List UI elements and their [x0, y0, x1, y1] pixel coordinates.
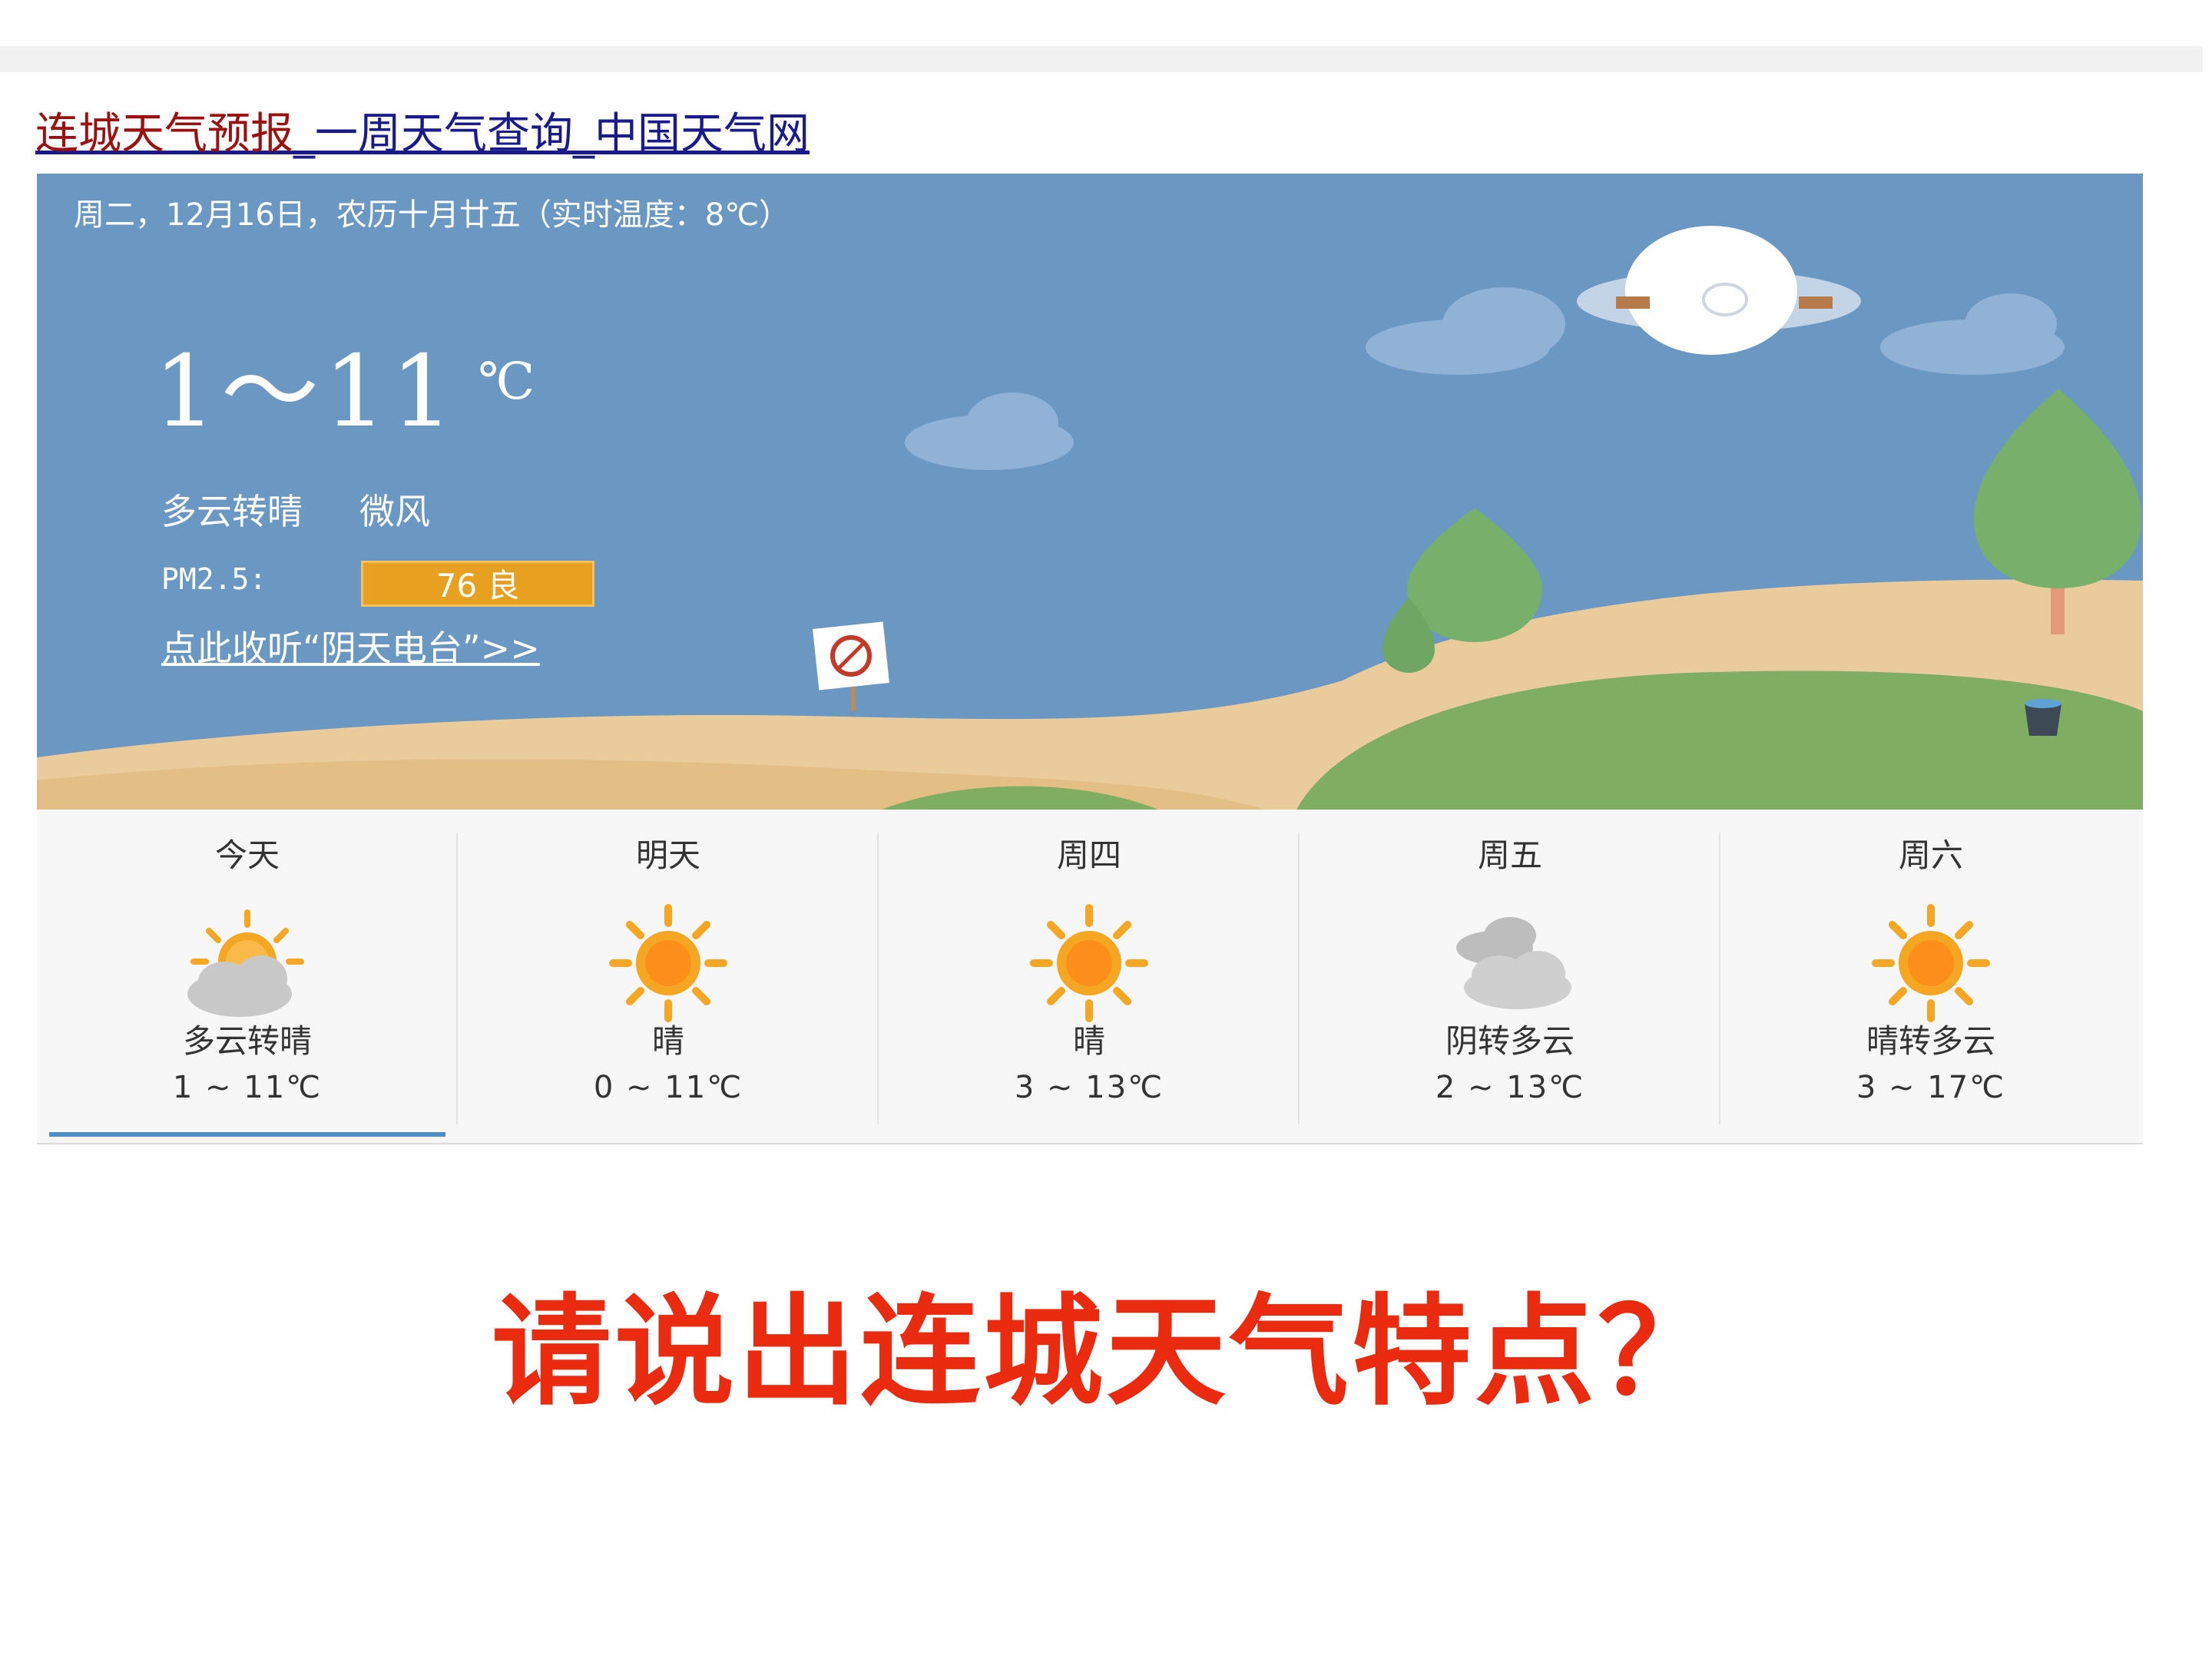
day-temperature: 3 ~ 13℃ — [1014, 1070, 1164, 1105]
current-temperature: 1～11 ℃ — [154, 335, 535, 450]
title-link-part1[interactable]: 连城天气预报 — [35, 109, 293, 159]
day-condition: 晴 — [651, 1022, 684, 1060]
partly-cloudy-sun-icon — [187, 909, 304, 1017]
sun-icon — [1030, 904, 1148, 1022]
sheep-cloud-decoration — [1577, 226, 1861, 355]
cloud-icon — [1456, 917, 1571, 1009]
current-wind: 微风 — [359, 491, 430, 532]
day-condition: 阴转多云 — [1445, 1022, 1575, 1060]
current-condition: 多云转晴 — [161, 491, 303, 532]
day-name: 今天 — [214, 836, 280, 874]
day-temperature: 1 ~ 11℃ — [172, 1070, 323, 1105]
forecast-strip: 今天 多云转晴 1 ~ 11℃ 明天 晴 0 ~ 11℃ 周四 晴 3 ~ 13… — [37, 810, 2143, 1144]
pm25-badge[interactable]: 76 良 — [361, 561, 594, 607]
day-name: 周四 — [1056, 836, 1121, 874]
pm25-label: PM2.5: — [161, 562, 267, 596]
page-title-link[interactable]: 连城天气预报_一周天气查询_中国天气网 — [35, 108, 810, 161]
temp-range: 1～11 — [154, 335, 459, 449]
forecast-day-friday[interactable]: 周五 阴转多云 2 ~ 13℃ — [1300, 810, 1720, 1140]
day-name: 周五 — [1477, 836, 1542, 874]
top-bar — [0, 46, 2203, 72]
temp-unit: ℃ — [478, 352, 535, 411]
forecast-day-thursday[interactable]: 周四 晴 3 ~ 13℃ — [879, 810, 1300, 1140]
weather-radio-link[interactable]: 点此收听“阴天电台”>> — [161, 625, 540, 671]
question-text: 请说出连城天气特点？ — [492, 1281, 1720, 1422]
current-condition-line: 多云转晴 微风 — [161, 488, 430, 535]
forecast-day-tomorrow[interactable]: 明天 晴 0 ~ 11℃ — [458, 810, 879, 1140]
sun-icon — [1872, 904, 1990, 1022]
day-temperature: 3 ~ 17℃ — [1856, 1070, 2006, 1105]
day-condition: 晴 — [1072, 1022, 1105, 1060]
day-name: 明天 — [635, 836, 700, 874]
cloud-decoration — [905, 287, 2065, 470]
day-condition: 多云转晴 — [182, 1022, 312, 1060]
forecast-day-saturday[interactable]: 周六 晴转多云 3 ~ 17℃ — [1720, 810, 2141, 1140]
day-condition: 晴转多云 — [1866, 1022, 1995, 1060]
day-temperature: 2 ~ 13℃ — [1435, 1070, 1585, 1105]
forecast-day-today[interactable]: 今天 多云转晴 1 ~ 11℃ — [37, 810, 458, 1140]
sun-icon — [609, 904, 727, 1022]
date-line: 周二，12月16日，农历十月廿五（实时温度：8℃） — [74, 197, 790, 233]
day-temperature: 0 ~ 11℃ — [593, 1070, 743, 1105]
title-link-part2[interactable]: _一周天气查询_中国天气网 — [293, 109, 810, 159]
day-name: 周六 — [1898, 836, 1963, 874]
weather-hero-panel: 周二，12月16日，农历十月廿五（实时温度：8℃） 1～11 ℃ 多云转晴 微风 P… — [37, 174, 2143, 810]
no-sign-decoration — [813, 621, 889, 711]
bucket-decoration — [2025, 699, 2061, 736]
active-day-indicator — [49, 1132, 445, 1137]
